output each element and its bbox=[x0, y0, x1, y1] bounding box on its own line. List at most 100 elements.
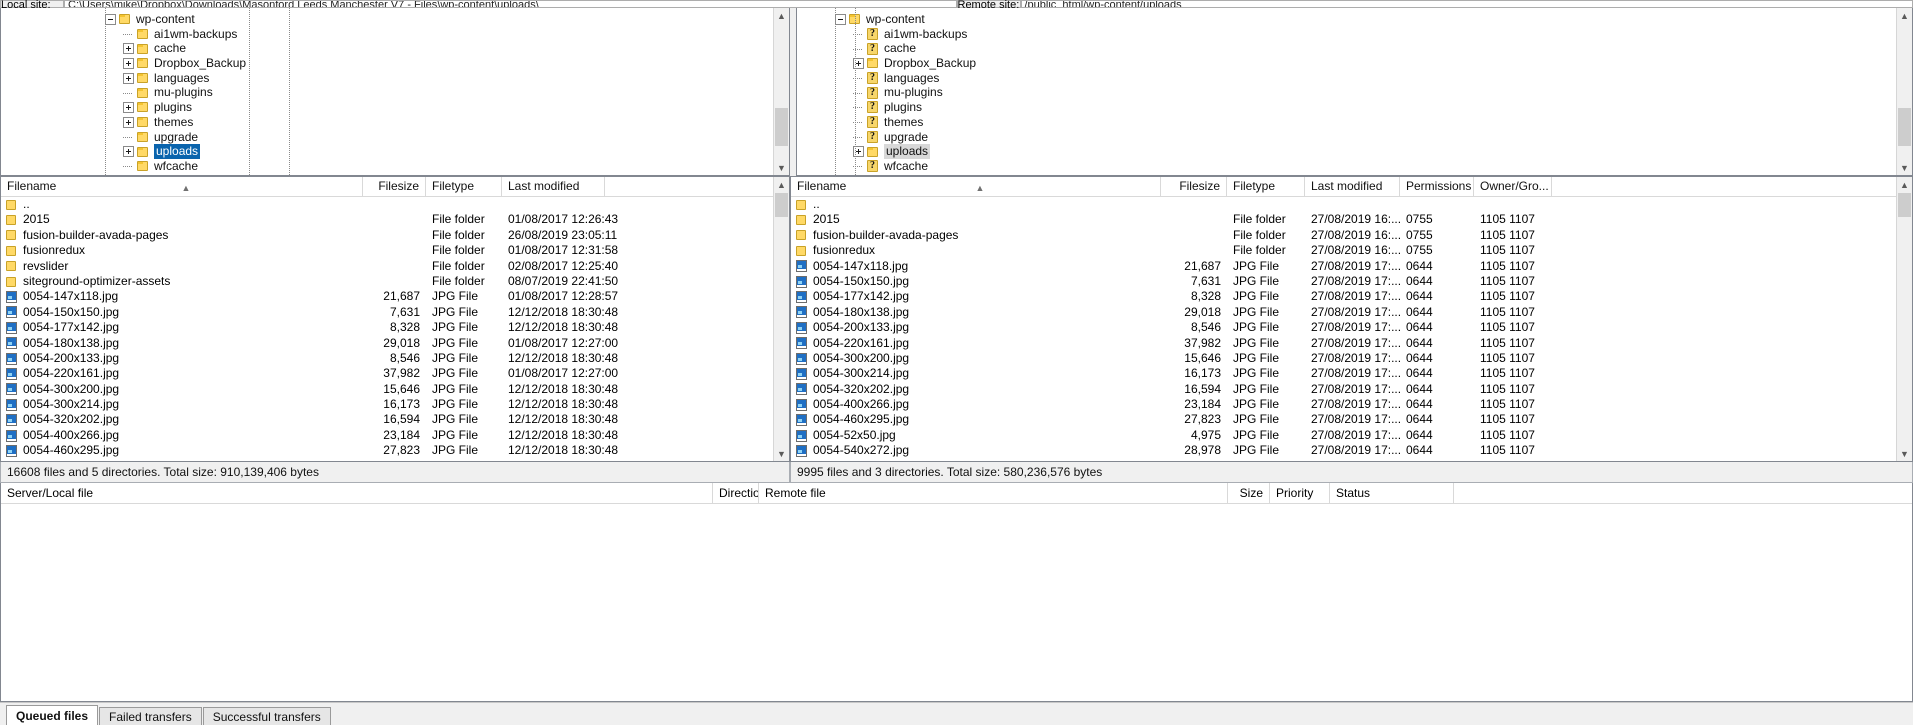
scroll-down-icon[interactable]: ▼ bbox=[774, 446, 789, 461]
tree-node[interactable]: ?plugins bbox=[835, 100, 1912, 115]
table-row[interactable]: fusion-builder-avada-pagesFile folder27/… bbox=[791, 228, 1912, 243]
queue-body[interactable] bbox=[1, 504, 1912, 701]
transfer-queue-tabs[interactable]: Queued filesFailed transfersSuccessful t… bbox=[0, 702, 1913, 725]
table-row[interactable]: fusionreduxFile folder27/08/2019 16:...0… bbox=[791, 243, 1912, 258]
scroll-down-icon[interactable]: ▼ bbox=[774, 160, 789, 175]
column-header-filetype[interactable]: Filetype bbox=[426, 177, 502, 196]
tree-node[interactable]: wp-content bbox=[835, 12, 1912, 27]
tree-node[interactable]: wfcache bbox=[105, 159, 789, 174]
queue-column-remote-file[interactable]: Remote file bbox=[759, 483, 1228, 503]
local-path-field[interactable]: C:\Users\mike\Dropbox\Downloads\Masonfor… bbox=[64, 0, 957, 8]
table-row[interactable]: 0054-147x118.jpg21,687JPG File01/08/2017… bbox=[1, 289, 789, 304]
table-row[interactable]: 0054-150x150.jpg7,631JPG File12/12/2018 … bbox=[1, 305, 789, 320]
tree-node[interactable]: Dropbox_Backup bbox=[105, 56, 789, 71]
table-row[interactable]: 0054-180x138.jpg29,018JPG File27/08/2019… bbox=[791, 305, 1912, 320]
queue-column-server-local-file[interactable]: Server/Local file bbox=[1, 483, 713, 503]
queue-tab-failed-transfers[interactable]: Failed transfers bbox=[99, 707, 202, 725]
remote-tree-scrollbar[interactable]: ▲ ▼ bbox=[1896, 8, 1912, 175]
tree-node[interactable]: ?themes bbox=[835, 115, 1912, 130]
table-row[interactable]: 0054-320x202.jpg16,594JPG File27/08/2019… bbox=[791, 382, 1912, 397]
scroll-thumb[interactable] bbox=[1898, 193, 1911, 217]
tree-node[interactable]: ?upgrade bbox=[835, 130, 1912, 145]
column-header-filesize[interactable]: Filesize bbox=[363, 177, 426, 196]
table-row[interactable]: siteground-optimizer-assetsFile folder08… bbox=[1, 274, 789, 289]
tree-node[interactable]: mu-plugins bbox=[105, 85, 789, 100]
table-row[interactable]: 0054-320x202.jpg16,594JPG File12/12/2018… bbox=[1, 412, 789, 427]
tree-node[interactable]: uploads bbox=[835, 144, 1912, 159]
column-header-owner-group[interactable]: Owner/Gro... bbox=[1474, 177, 1552, 196]
table-row[interactable]: 0054-400x266.jpg23,184JPG File27/08/2019… bbox=[791, 397, 1912, 412]
table-row[interactable]: 0054-460x295.jpg27,823JPG File27/08/2019… bbox=[791, 412, 1912, 427]
table-row[interactable]: 0054-540x272.jpg28,978JPG File27/08/2019… bbox=[791, 443, 1912, 458]
scroll-up-icon[interactable]: ▲ bbox=[1897, 177, 1912, 192]
table-row[interactable]: 0054-52x50.jpg4,975JPG File27/08/2019 17… bbox=[791, 428, 1912, 443]
remote-directory-tree[interactable]: wp-content?ai1wm-backups?cacheDropbox_Ba… bbox=[796, 8, 1913, 176]
table-row[interactable]: .. bbox=[1, 197, 789, 212]
tree-node[interactable]: themes bbox=[105, 115, 789, 130]
tree-node[interactable]: ai1wm-backups bbox=[105, 27, 789, 42]
remote-list-rows[interactable]: ..2015File folder27/08/2019 16:...075511… bbox=[791, 197, 1912, 461]
tree-node[interactable]: plugins bbox=[105, 100, 789, 115]
local-list-rows[interactable]: ..2015File folder01/08/2017 12:26:43fusi… bbox=[1, 197, 789, 461]
transfer-queue[interactable]: Server/Local file Direction Remote file … bbox=[0, 483, 1913, 702]
tree-node[interactable]: wp-content bbox=[105, 12, 789, 27]
table-row[interactable]: fusion-builder-avada-pagesFile folder26/… bbox=[1, 228, 789, 243]
expand-node-icon[interactable] bbox=[123, 58, 134, 69]
table-row[interactable]: 2015File folder01/08/2017 12:26:43 bbox=[1, 212, 789, 227]
local-tree-scrollbar[interactable]: ▲ ▼ bbox=[773, 8, 789, 175]
table-row[interactable]: 0054-200x133.jpg8,546JPG File12/12/2018 … bbox=[1, 351, 789, 366]
table-row[interactable]: 2015File folder27/08/2019 16:...07551105… bbox=[791, 212, 1912, 227]
table-row[interactable]: 0054-200x133.jpg8,546JPG File27/08/2019 … bbox=[791, 320, 1912, 335]
table-row[interactable]: 0054-300x200.jpg15,646JPG File12/12/2018… bbox=[1, 382, 789, 397]
tree-node[interactable]: cache bbox=[105, 41, 789, 56]
scroll-thumb[interactable] bbox=[775, 108, 788, 146]
scroll-thumb[interactable] bbox=[1898, 108, 1911, 146]
expand-node-icon[interactable] bbox=[123, 146, 134, 157]
table-row[interactable]: 0054-400x266.jpg23,184JPG File12/12/2018… bbox=[1, 428, 789, 443]
queue-column-priority[interactable]: Priority bbox=[1270, 483, 1330, 503]
remote-list-scrollbar[interactable]: ▲ ▼ bbox=[1896, 177, 1912, 461]
column-header-filename[interactable]: Filename ▲ bbox=[791, 177, 1161, 196]
tree-node[interactable]: ?ai1wm-backups bbox=[835, 27, 1912, 42]
column-header-filetype[interactable]: Filetype bbox=[1227, 177, 1305, 196]
table-row[interactable]: 0054-177x142.jpg8,328JPG File12/12/2018 … bbox=[1, 320, 789, 335]
tree-node[interactable]: languages bbox=[105, 71, 789, 86]
table-row[interactable]: 0054-177x142.jpg8,328JPG File27/08/2019 … bbox=[791, 289, 1912, 304]
tree-node[interactable]: Dropbox_Backup bbox=[835, 56, 1912, 71]
table-row[interactable]: 0054-147x118.jpg21,687JPG File27/08/2019… bbox=[791, 259, 1912, 274]
table-row[interactable]: revsliderFile folder02/08/2017 12:25:40 bbox=[1, 259, 789, 274]
tree-node[interactable]: ?mu-plugins bbox=[835, 85, 1912, 100]
column-header-permissions[interactable]: Permissions bbox=[1400, 177, 1474, 196]
expand-node-icon[interactable] bbox=[123, 117, 134, 128]
column-header-filesize[interactable]: Filesize bbox=[1161, 177, 1227, 196]
table-row[interactable]: 0054-180x138.jpg29,018JPG File01/08/2017… bbox=[1, 336, 789, 351]
column-header-last-modified[interactable]: Last modified bbox=[502, 177, 605, 196]
table-row[interactable]: 0054-150x150.jpg7,631JPG File27/08/2019 … bbox=[791, 274, 1912, 289]
table-row[interactable]: 0054-220x161.jpg37,982JPG File01/08/2017… bbox=[1, 366, 789, 381]
tree-node[interactable]: ?cache bbox=[835, 41, 1912, 56]
scroll-down-icon[interactable]: ▼ bbox=[1897, 160, 1912, 175]
queue-tab-successful-transfers[interactable]: Successful transfers bbox=[203, 707, 331, 725]
queue-tab-queued-files[interactable]: Queued files bbox=[6, 705, 98, 725]
table-row[interactable]: 0054-300x214.jpg16,173JPG File12/12/2018… bbox=[1, 397, 789, 412]
tree-node[interactable]: upgrade bbox=[105, 130, 789, 145]
scroll-up-icon[interactable]: ▲ bbox=[774, 8, 789, 23]
tree-node[interactable]: ?wfcache bbox=[835, 159, 1912, 174]
scroll-up-icon[interactable]: ▲ bbox=[774, 177, 789, 192]
table-row[interactable]: 0054-460x295.jpg27,823JPG File12/12/2018… bbox=[1, 443, 789, 458]
expand-node-icon[interactable] bbox=[123, 43, 134, 54]
remote-path-field[interactable]: /public_html/wp-content/uploads bbox=[1021, 0, 1913, 8]
table-row[interactable]: 0054-300x214.jpg16,173JPG File27/08/2019… bbox=[791, 366, 1912, 381]
remote-file-list[interactable]: Filename ▲ Filesize Filetype Last modifi… bbox=[790, 176, 1913, 462]
table-row[interactable]: fusionreduxFile folder01/08/2017 12:31:5… bbox=[1, 243, 789, 258]
table-row[interactable]: 0054-220x161.jpg37,982JPG File27/08/2019… bbox=[791, 336, 1912, 351]
local-directory-tree[interactable]: wp-contentai1wm-backupscacheDropbox_Back… bbox=[0, 8, 790, 176]
scroll-up-icon[interactable]: ▲ bbox=[1897, 8, 1912, 23]
scroll-down-icon[interactable]: ▼ bbox=[1897, 446, 1912, 461]
queue-column-status[interactable]: Status bbox=[1330, 483, 1454, 503]
column-header-filename[interactable]: Filename ▲ bbox=[1, 177, 363, 196]
expand-node-icon[interactable] bbox=[123, 102, 134, 113]
local-file-list[interactable]: Filename ▲ Filesize Filetype Last modifi… bbox=[0, 176, 790, 462]
scroll-thumb[interactable] bbox=[775, 193, 788, 217]
column-header-last-modified[interactable]: Last modified bbox=[1305, 177, 1400, 196]
